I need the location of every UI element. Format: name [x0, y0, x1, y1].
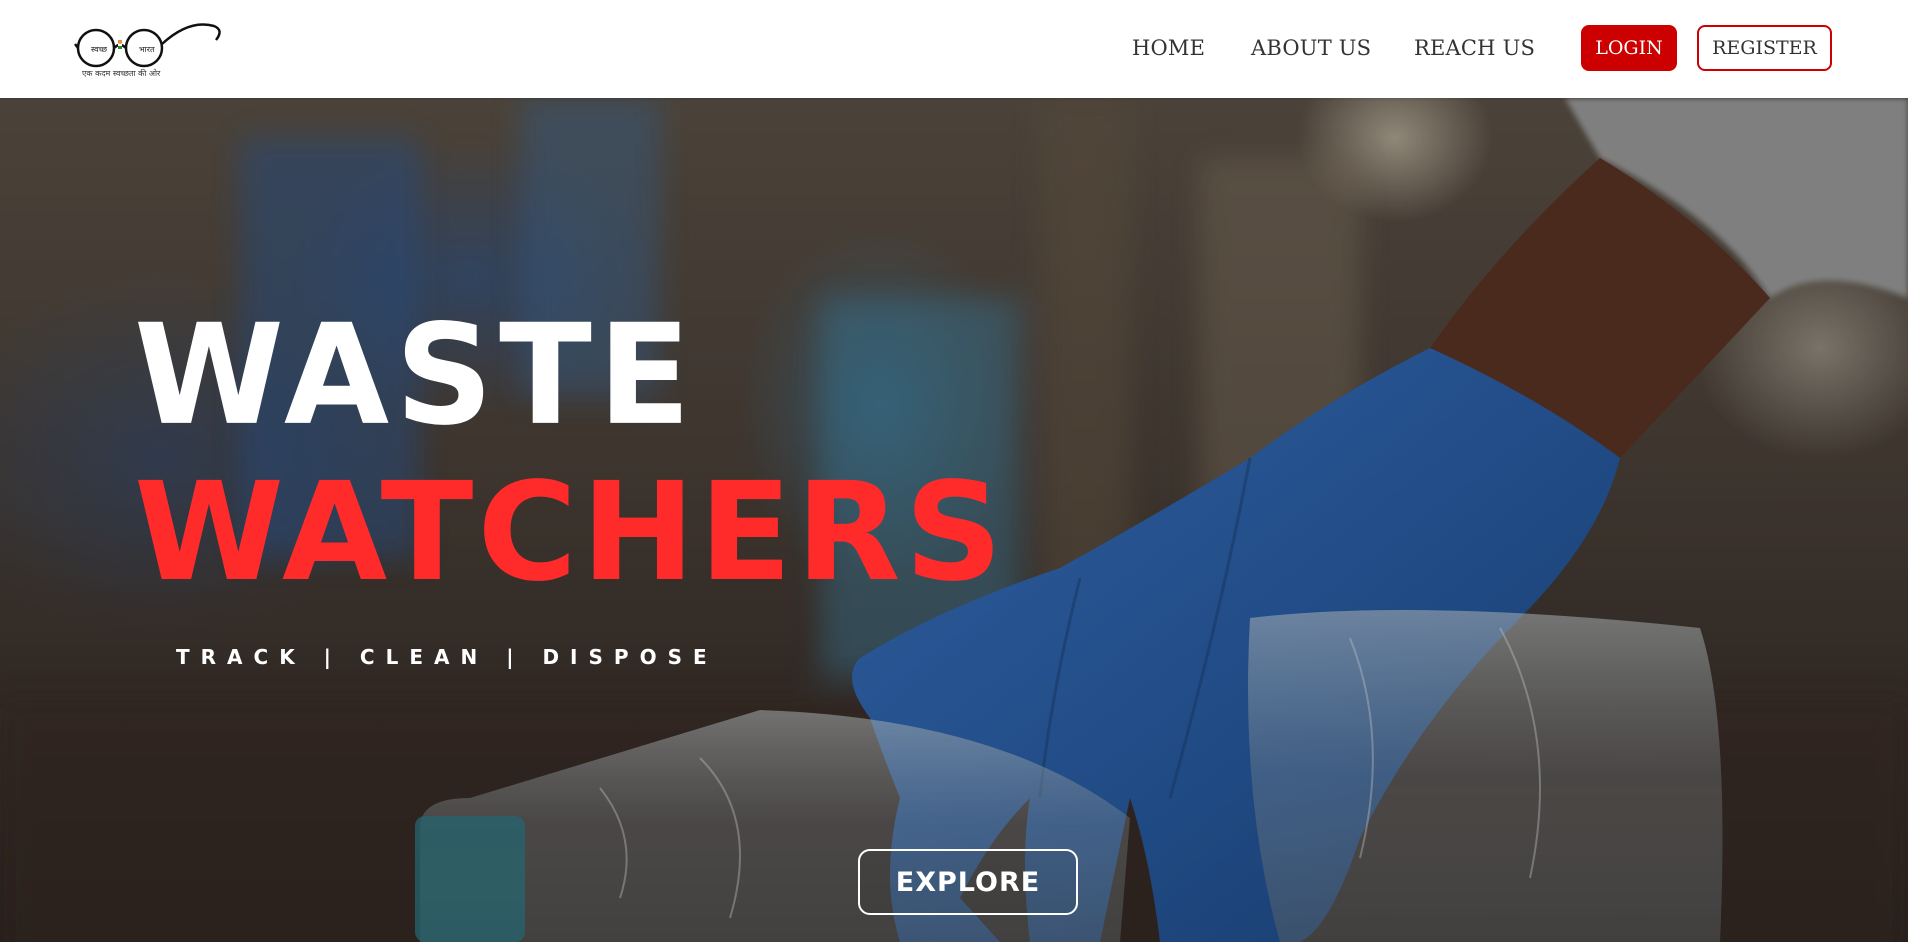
logo-tagline: एक कदम स्वच्छता की ओर: [82, 69, 161, 78]
nav-reach-us[interactable]: REACH US: [1414, 36, 1535, 60]
hero-section: WASTE WATCHERS TRACK | CLEAN | DISPOSE E…: [0, 98, 1908, 942]
register-button[interactable]: REGISTER: [1697, 25, 1832, 71]
login-button[interactable]: LOGIN: [1581, 25, 1677, 71]
logo-word-right: भारत: [139, 45, 155, 54]
nav-home[interactable]: HOME: [1132, 36, 1205, 60]
hero-tagline: TRACK | CLEAN | DISPOSE: [176, 645, 718, 669]
site-header: स्वच्छ भारत एक कदम स्वच्छता की ओर HOME A…: [0, 0, 1908, 98]
hero-title-line-2: WATCHERS: [134, 454, 1007, 612]
nav-about-us[interactable]: ABOUT US: [1251, 36, 1371, 60]
logo-word-left: स्वच्छ: [91, 45, 108, 54]
hero-title-line-1: WASTE: [134, 295, 697, 457]
explore-button[interactable]: EXPLORE: [858, 849, 1078, 915]
